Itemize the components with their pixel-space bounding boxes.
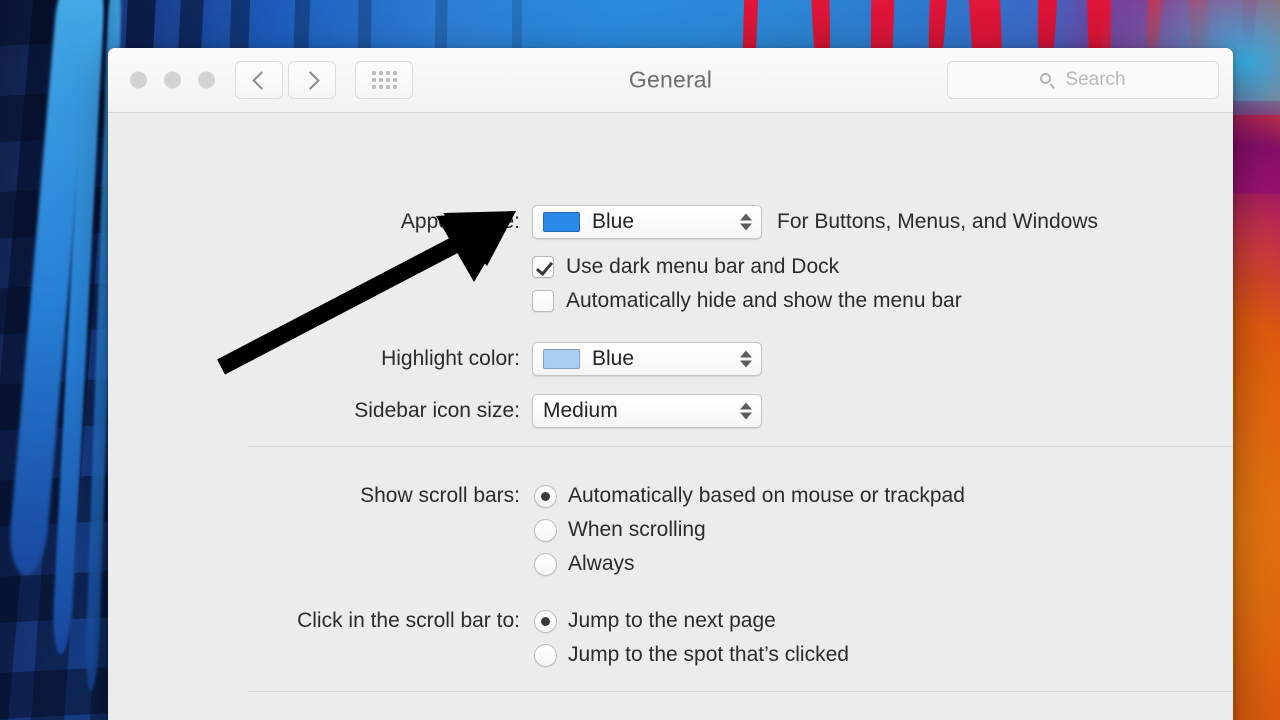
checkbox-icon <box>532 256 554 278</box>
search-icon <box>1040 72 1056 89</box>
highlight-color-row: Highlight color: Blue <box>108 342 1233 376</box>
show-scroll-bars-row: Show scroll bars: Automatically based on… <box>108 484 1233 508</box>
dark-menu-bar-row: Use dark menu bar and Dock <box>108 255 1233 279</box>
appearance-value: Blue <box>592 210 635 233</box>
radio-icon <box>534 484 557 508</box>
radio-icon <box>534 643 557 667</box>
search-placeholder: Search <box>1065 69 1126 90</box>
auto-hide-menu-bar-row: Automatically hide and show the menu bar <box>108 289 1233 313</box>
search-input[interactable]: Search <box>947 61 1219 99</box>
click-scroll-option-next-page-label: Jump to the next page <box>568 609 776 632</box>
auto-hide-menu-bar-checkbox[interactable]: Automatically hide and show the menu bar <box>532 289 962 313</box>
preferences-content: Appearance: Blue For Buttons, Menus, and… <box>108 113 1233 720</box>
click-scroll-option-spot-row: Jump to the spot that’s clicked <box>108 643 1233 667</box>
desktop-wallpaper: General Search Appearance: Blue For Butt… <box>0 0 1280 720</box>
auto-hide-menu-bar-label: Automatically hide and show the menu bar <box>566 289 962 312</box>
sidebar-icon-size-popup-button[interactable]: Medium <box>532 394 762 428</box>
highlight-color-value: Blue <box>592 347 635 370</box>
scroll-bars-option-always-label: Always <box>568 552 635 575</box>
scroll-bars-option-scrolling-row: When scrolling <box>108 518 1233 542</box>
appearance-row: Appearance: Blue For Buttons, Menus, and… <box>108 205 1233 239</box>
scroll-bars-option-always-row: Always <box>108 552 1233 576</box>
system-preferences-window: General Search Appearance: Blue For Butt… <box>108 48 1233 720</box>
highlight-color-popup-button[interactable]: Blue <box>532 342 762 376</box>
radio-icon <box>534 552 557 576</box>
appearance-color-swatch <box>543 212 580 232</box>
highlight-color-swatch <box>543 349 580 369</box>
click-scroll-option-spot[interactable]: Jump to the spot that’s clicked <box>534 643 849 667</box>
appearance-hint: For Buttons, Menus, and Windows <box>777 210 1098 233</box>
show-scroll-bars-label: Show scroll bars: <box>360 484 520 507</box>
radio-icon <box>534 518 557 542</box>
highlight-color-stepper-icon[interactable] <box>740 350 752 368</box>
scroll-bars-option-auto[interactable]: Automatically based on mouse or trackpad <box>534 484 965 508</box>
sidebar-icon-size-stepper-icon[interactable] <box>740 402 752 420</box>
scroll-bars-option-auto-label: Automatically based on mouse or trackpad <box>568 484 965 507</box>
click-scroll-option-spot-label: Jump to the spot that’s clicked <box>568 643 849 666</box>
click-scroll-bar-row: Click in the scroll bar to: Jump to the … <box>108 609 1233 633</box>
section-divider <box>248 446 1233 447</box>
dark-menu-bar-label: Use dark menu bar and Dock <box>566 255 840 278</box>
scroll-bars-option-scrolling-label: When scrolling <box>568 518 706 541</box>
section-divider <box>248 691 1233 692</box>
appearance-label: Appearance: <box>400 210 520 233</box>
scroll-bars-option-scrolling[interactable]: When scrolling <box>534 518 706 542</box>
sidebar-icon-size-value: Medium <box>543 399 618 422</box>
sidebar-icon-size-label: Sidebar icon size: <box>354 399 520 422</box>
scroll-bars-option-always[interactable]: Always <box>534 552 635 576</box>
radio-icon <box>534 609 557 633</box>
highlight-color-label: Highlight color: <box>381 347 520 370</box>
click-scroll-bar-label: Click in the scroll bar to: <box>297 609 520 632</box>
appearance-popup-button[interactable]: Blue <box>532 205 762 239</box>
checkbox-icon <box>532 290 554 312</box>
dark-menu-bar-checkbox[interactable]: Use dark menu bar and Dock <box>532 255 839 279</box>
sidebar-icon-size-row: Sidebar icon size: Medium <box>108 394 1233 428</box>
click-scroll-option-next-page[interactable]: Jump to the next page <box>534 609 776 633</box>
window-titlebar: General Search <box>108 48 1233 113</box>
appearance-stepper-icon[interactable] <box>740 213 752 231</box>
